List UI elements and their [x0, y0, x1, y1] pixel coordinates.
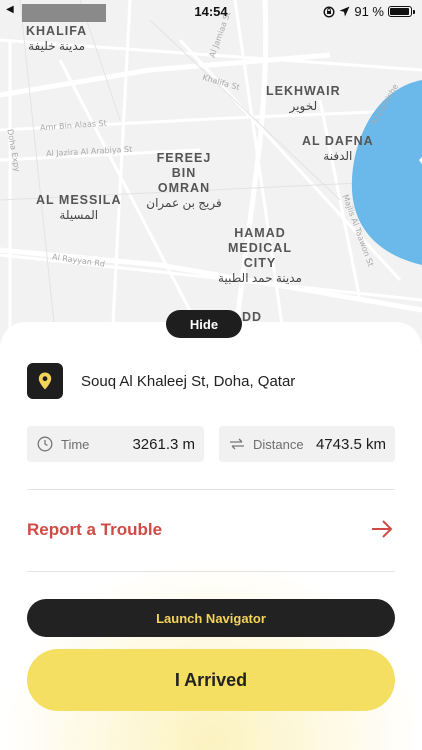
hide-button[interactable]: Hide	[166, 310, 242, 338]
location-arrow-icon	[339, 6, 350, 17]
swap-arrows-icon	[229, 438, 245, 450]
clock-icon	[37, 436, 53, 452]
map-area-label: AL MESSILA المسيلة	[36, 193, 122, 222]
screen-lock-rotation-icon	[323, 5, 335, 18]
status-bar: ◀ 14:54 91 %	[0, 0, 422, 24]
location-pin-icon	[27, 363, 63, 399]
map-area-label: FEREEJ BIN OMRAN فريج بن عمران	[146, 151, 222, 210]
distance-value: 4743.5 km	[315, 435, 386, 453]
arrived-button[interactable]: I Arrived	[27, 649, 395, 711]
time-box: Time 3261.3 m	[27, 426, 204, 462]
time-value: 3261.3 m	[132, 435, 195, 453]
map-area-label: AL DAFNA الدفنة	[302, 134, 374, 163]
divider	[27, 489, 395, 490]
distance-box: Distance 4743.5 km	[219, 426, 395, 462]
time-label: Time	[61, 436, 90, 452]
divider	[27, 571, 395, 572]
map-area-label: LEKHWAIR لخوير	[266, 84, 341, 113]
launch-navigator-button[interactable]: Launch Navigator	[27, 599, 395, 637]
map-area-label: KHALIFA مدينة خليفة	[26, 24, 88, 53]
destination-address: Souq Al Khaleej St, Doha, Qatar	[81, 372, 296, 390]
report-trouble-button[interactable]: Report a Trouble	[27, 518, 395, 544]
battery-icon	[388, 6, 415, 17]
report-trouble-label: Report a Trouble	[27, 520, 163, 539]
battery-percent: 91 %	[354, 4, 384, 19]
address-row: Souq Al Khaleej St, Doha, Qatar	[27, 363, 295, 399]
map-area-label: HAMAD MEDICAL CITY مدينة حمد الطبية	[218, 226, 302, 285]
arrow-right-icon	[372, 520, 393, 538]
distance-label: Distance	[253, 436, 304, 452]
